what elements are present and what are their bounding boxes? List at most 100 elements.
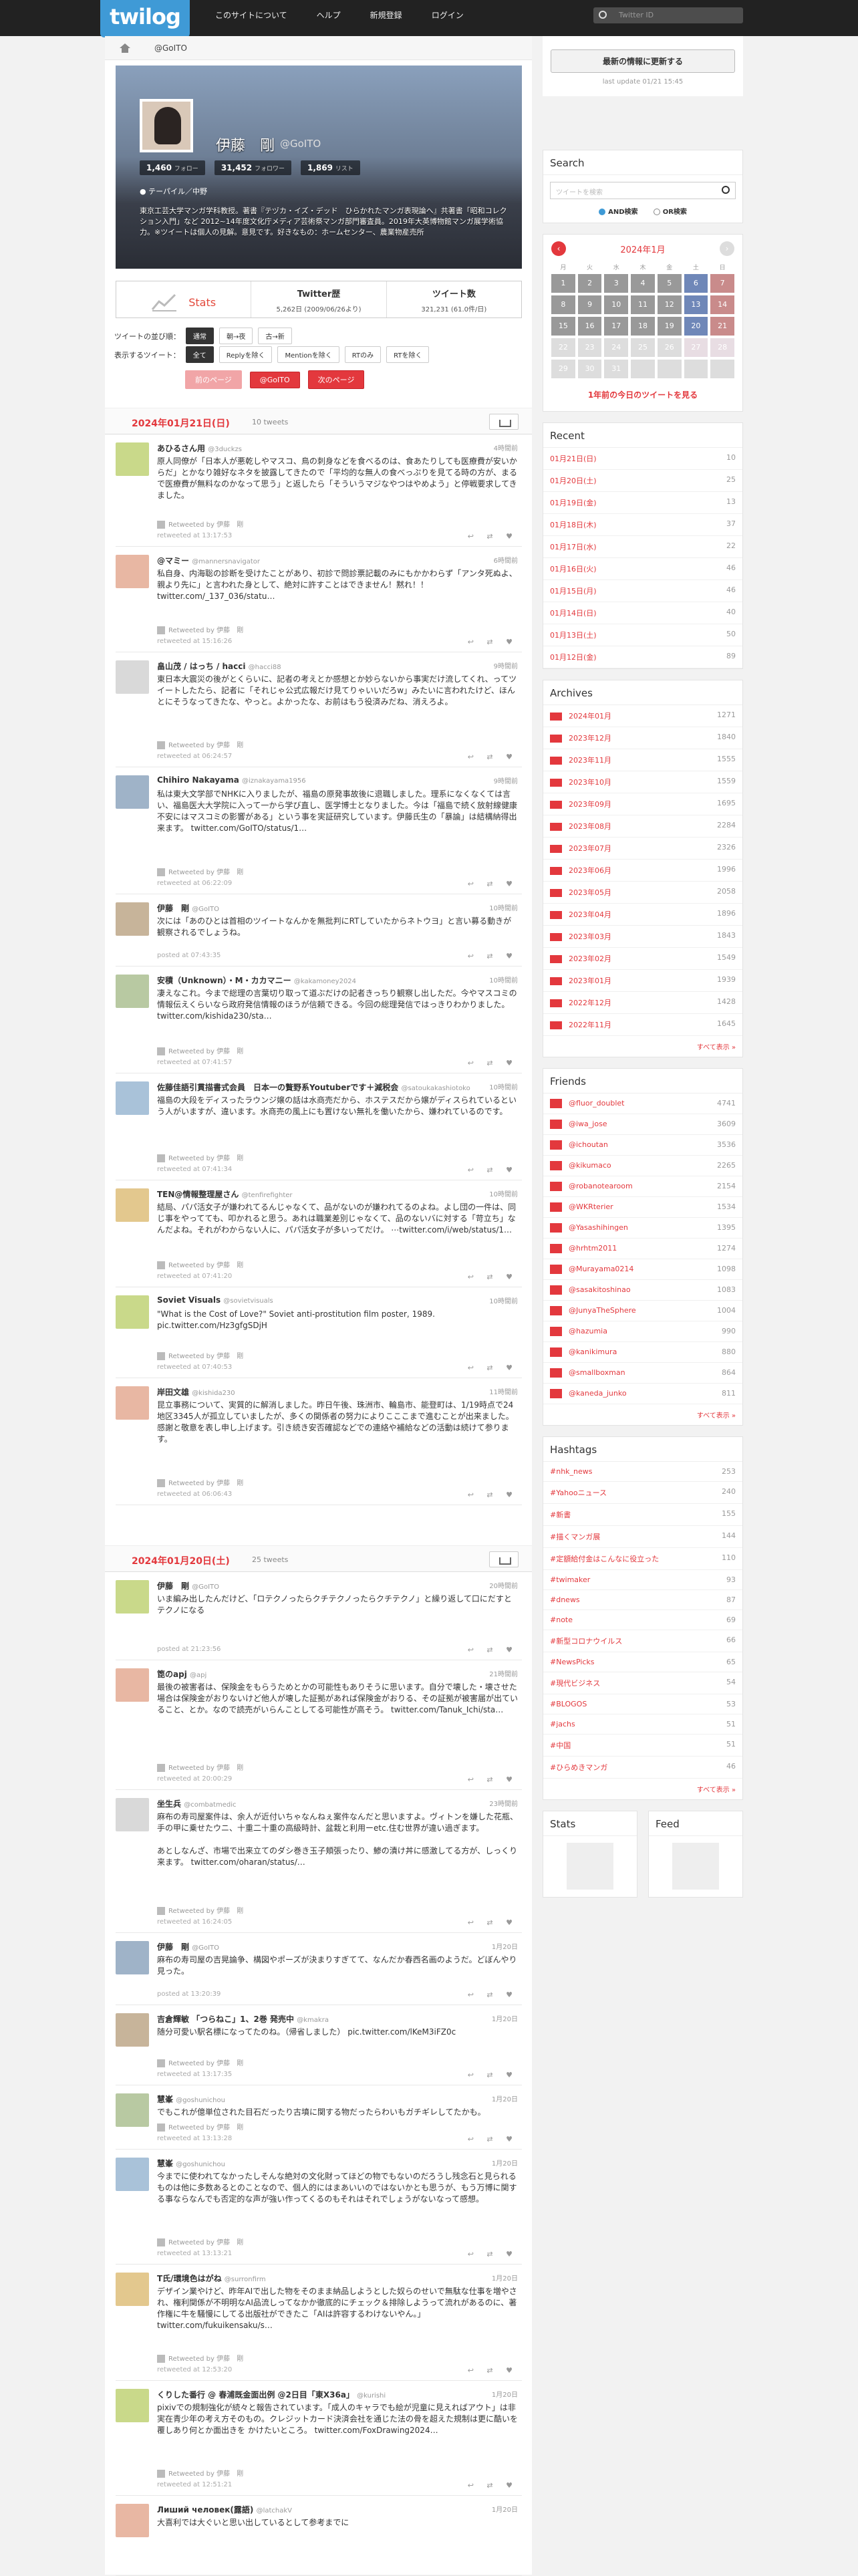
friends-item[interactable]: @kaneda_junko 811 [543,1384,742,1404]
filter-no-rt[interactable]: RTを除く [386,346,430,363]
hashtags-item[interactable]: #NewsPicks 65 [543,1652,742,1672]
tweet-time[interactable]: 6時間前 [494,555,518,565]
tweet-avatar[interactable] [116,1668,149,1702]
hashtags-item[interactable]: #dnews 87 [543,1590,742,1610]
retweeted-by[interactable]: Retweeted by 伊藤 剛 [157,2057,243,2067]
retweeted-by[interactable]: Retweeted by 伊藤 剛 [157,739,243,749]
tweet-avatar[interactable] [116,1386,149,1420]
calendar-day[interactable]: 15 [551,317,575,336]
tweet-timestamp[interactable]: retweeted at 07:40:53 [157,1364,232,1371]
tweet-avatar[interactable] [116,2273,149,2306]
tweet-timestamp[interactable]: retweeted at 06:24:57 [157,753,232,760]
calendar-day[interactable]: 19 [657,317,682,336]
following-count[interactable]: 1,460 フォロー [140,160,205,175]
friends-item[interactable]: @WKRterier 1534 [543,1197,742,1218]
tweet-avatar[interactable] [116,2158,149,2191]
archives-item[interactable]: 2023年06月 1996 [543,860,742,882]
tweet-timestamp[interactable]: retweeted at 13:13:21 [157,2250,232,2257]
tweet-avatar[interactable] [116,775,149,809]
recent-item[interactable]: 01月12日(金) 89 [543,646,742,668]
calendar-day[interactable]: 10 [604,295,629,314]
tweet-timestamp[interactable]: retweeted at 07:41:34 [157,1166,232,1173]
calendar-day[interactable]: 18 [631,317,655,336]
retweeted-by[interactable]: Retweeted by 伊藤 剛 [157,519,243,529]
tweet-time[interactable]: 10時間前 [489,902,518,912]
tweet-actions[interactable]: ↩ ⇄ ♥ [468,2250,518,2259]
calendar-day[interactable]: 28 [710,338,734,357]
archives-item[interactable]: 2023年09月 1695 [543,793,742,815]
tweet-time[interactable]: 21時間前 [489,1668,518,1678]
hashtags-item[interactable]: #note 69 [543,1610,742,1630]
tweet-avatar[interactable] [116,1081,149,1115]
tweet-timestamp[interactable]: posted at 07:43:35 [157,952,221,959]
tweet-actions[interactable]: ↩ ⇄ ♥ [468,1646,518,1654]
tweet-actions[interactable]: ↩ ⇄ ♥ [468,1775,518,1784]
tweet-time[interactable]: 1月20日 [492,2273,518,2283]
tweet-timestamp[interactable]: retweeted at 16:24:05 [157,1918,232,1926]
archives-item[interactable]: 2023年08月 2284 [543,815,742,838]
day-date[interactable]: 2024年01月20日(土) [132,1554,230,1567]
hashtags-item[interactable]: #Yahooニュース 240 [543,1482,742,1504]
tweet-author[interactable]: Chihiro Nakayama @iznakayama1956 [157,775,306,785]
next-page-button[interactable]: 次のページ [307,370,365,389]
tweet-actions[interactable]: ↩ ⇄ ♥ [468,2071,518,2079]
retweeted-by[interactable]: Retweeted by 伊藤 剛 [157,1477,243,1487]
calendar-day[interactable]: 1 [551,274,575,293]
next-month-button[interactable]: › [719,241,734,256]
archives-item[interactable]: 2024年01月 1271 [543,705,742,727]
tweet-author[interactable]: Soviet Visuals @sovietvisuals [157,1295,273,1305]
retweeted-by[interactable]: Retweeted by 伊藤 剛 [157,866,243,876]
tweet-avatar[interactable] [116,1941,149,1974]
followers-count[interactable]: 31,452 フォロワー [214,160,291,175]
friends-item[interactable]: @hrhtm2011 1274 [543,1239,742,1259]
retweeted-by[interactable]: Retweeted by 伊藤 剛 [157,1152,243,1162]
calendar-month[interactable]: 2024年1月 [620,243,665,255]
retweeted-by[interactable]: Retweeted by 伊藤 剛 [157,2468,243,2478]
archives-item[interactable]: 2022年12月 1428 [543,992,742,1014]
calendar-day[interactable]: 30 [577,360,602,378]
retweeted-by[interactable]: Retweeted by 伊藤 剛 [157,2236,243,2246]
share-icon[interactable] [489,1551,519,1567]
hashtags-item[interactable]: #twimaker 93 [543,1570,742,1590]
tweet-time[interactable]: 20時間前 [489,1580,518,1590]
tweet-author[interactable]: くりした番行 @ 春浦既金面出例 @2日目「東X36a」 @kurishi [157,2389,386,2400]
sort-morning-night[interactable]: 朝→夜 [219,328,253,344]
stats-link[interactable]: Stats [116,281,251,317]
recent-item[interactable]: 01月18日(木) 37 [543,514,742,536]
tweet-author[interactable]: あひるさん用 @3duckzs [157,442,242,454]
calendar-day[interactable]: 22 [551,338,575,357]
archives-more-link[interactable]: すべて表示 » [543,1036,742,1057]
archives-item[interactable]: 2023年10月 1559 [543,771,742,793]
tweet-actions[interactable]: ↩ ⇄ ♥ [468,1273,518,1281]
calendar-day[interactable]: 29 [551,360,575,378]
hashtags-item[interactable]: #描くマンガ展 144 [543,1526,742,1548]
hashtags-item[interactable]: #現代ビジネス 54 [543,1672,742,1694]
archives-item[interactable]: 2023年04月 1896 [543,904,742,926]
tweet-avatar[interactable] [116,442,149,476]
tweet-actions[interactable]: ↩ ⇄ ♥ [468,2135,518,2144]
archives-item[interactable]: 2023年11月 1555 [543,749,742,771]
tweet-avatar[interactable] [116,1580,149,1614]
calendar-day[interactable]: 17 [604,317,629,336]
tweet-author[interactable]: TEN@情報整理屋さん @tenfirefighter [157,1188,293,1200]
friends-item[interactable]: @ichoutan 3536 [543,1135,742,1156]
tweet-time[interactable]: 9時間前 [494,660,518,670]
tweet-author[interactable]: 慧峯 @goshunichou [157,2158,225,2169]
sort-normal[interactable]: 通常 [186,328,214,344]
tweet-timestamp[interactable]: retweeted at 13:13:28 [157,2135,232,2142]
archives-item[interactable]: 2023年05月 2058 [543,882,742,904]
tweet-actions[interactable]: ↩ ⇄ ♥ [468,1059,518,1067]
calendar-day[interactable]: 23 [577,338,602,357]
tweet-avatar[interactable] [116,2093,149,2127]
retweeted-by[interactable]: Retweeted by 伊藤 剛 [157,1045,243,1055]
calendar-day[interactable]: 13 [684,295,708,314]
retweeted-by[interactable]: Retweeted by 伊藤 剛 [157,1259,243,1269]
recent-item[interactable]: 01月16日(火) 46 [543,558,742,580]
lists-count[interactable]: 1,869 リスト [300,160,360,175]
tweet-timestamp[interactable]: retweeted at 07:41:20 [157,1273,232,1280]
prev-page-button[interactable]: 前のページ [185,370,242,389]
recent-item[interactable]: 01月13日(土) 50 [543,624,742,646]
tweet-author[interactable]: T氏/環境色はがね @surronfirm [157,2273,266,2284]
tweet-search-input[interactable]: ツイートを検索 [550,182,736,199]
archives-item[interactable]: 2023年01月 1939 [543,970,742,992]
